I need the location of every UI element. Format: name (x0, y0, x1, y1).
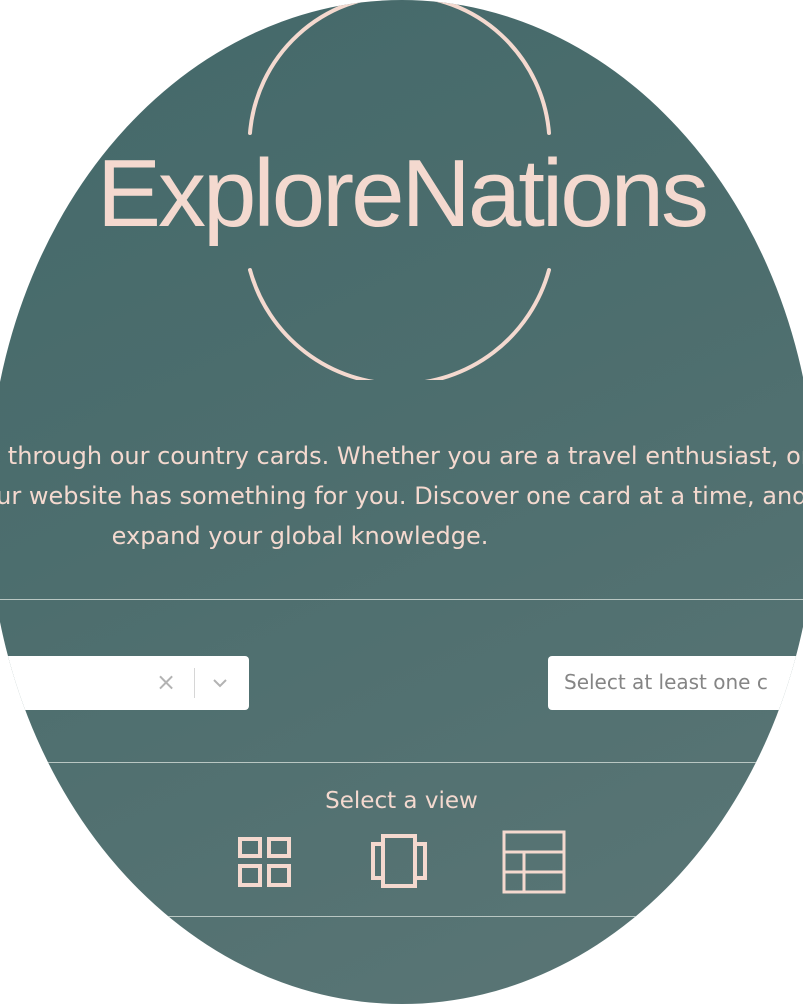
divider (0, 916, 803, 917)
divider (0, 762, 803, 763)
intro-text: Explore the world through our country ca… (0, 442, 803, 550)
table-view-button[interactable] (502, 830, 568, 896)
chevron-down-icon[interactable] (212, 675, 228, 691)
hero-oval: ExploreNations Explore the world through… (0, 0, 803, 1004)
category-select[interactable]: Select at least one c (548, 656, 803, 710)
select-separator (194, 668, 195, 698)
select-placeholder: Select at least one c (564, 670, 768, 694)
logo: ExploreNations (0, 0, 803, 380)
clear-icon[interactable]: × (156, 670, 176, 694)
hero-content: ExploreNations Explore the world through… (0, 0, 803, 1004)
table-view-icon (502, 830, 566, 894)
page: ExploreNations Explore the world through… (0, 0, 803, 1004)
view-label: Select a view (325, 788, 478, 814)
grid-view-button[interactable] (238, 830, 292, 890)
divider (0, 599, 803, 600)
carousel-view-button[interactable] (371, 830, 429, 892)
carousel-view-icon (371, 834, 427, 888)
grid-view-icon (238, 837, 291, 887)
country-select[interactable]: × (0, 656, 249, 710)
logo-text: ExploreNations (97, 140, 709, 247)
